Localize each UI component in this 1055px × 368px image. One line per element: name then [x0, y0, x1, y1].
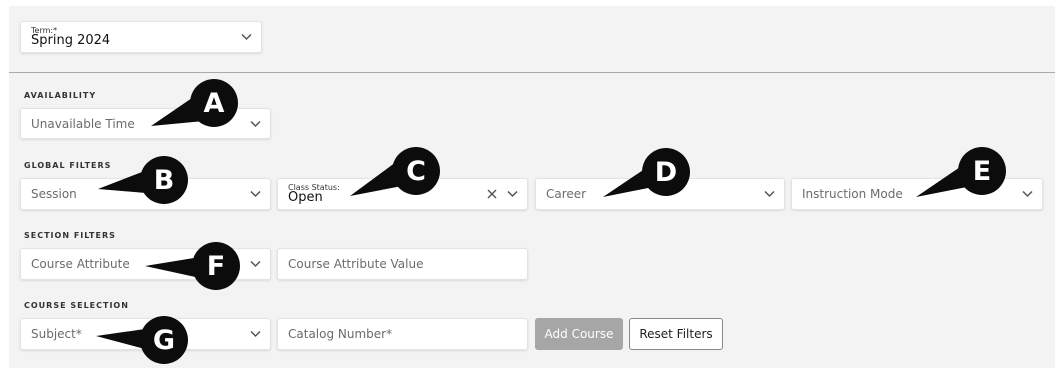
- callout-c: C: [392, 147, 440, 195]
- chevron-down-icon: [250, 260, 261, 268]
- callout-b: B: [140, 156, 188, 204]
- chevron-down-icon: [764, 190, 775, 198]
- callout-d: D: [642, 148, 690, 196]
- divider: [9, 72, 1055, 73]
- instruction-mode-select[interactable]: Instruction Mode: [791, 178, 1043, 210]
- callout-a: A: [190, 79, 238, 127]
- term-select[interactable]: Term:* Spring 2024: [20, 21, 262, 53]
- catalog-number-input[interactable]: Catalog Number*: [277, 318, 528, 350]
- global-filters-heading: GLOBAL FILTERS: [24, 161, 112, 170]
- unavailable-time-placeholder: Unavailable Time: [31, 116, 135, 131]
- term-value: Spring 2024: [31, 33, 111, 48]
- session-placeholder: Session: [31, 187, 77, 201]
- chevron-down-icon: [507, 190, 518, 198]
- callout-e: E: [958, 147, 1006, 195]
- class-status-value: Open: [288, 190, 323, 205]
- section-filters-heading: SECTION FILTERS: [24, 231, 116, 240]
- course-attribute-value-placeholder: Course Attribute Value: [288, 257, 424, 271]
- callout-f: F: [192, 242, 240, 290]
- chevron-down-icon: [250, 190, 261, 198]
- chevron-down-icon: [250, 120, 261, 127]
- availability-heading: AVAILABILITY: [24, 91, 97, 100]
- catalog-number-placeholder: Catalog Number*: [288, 327, 393, 341]
- chevron-down-icon: [1022, 190, 1033, 198]
- course-attribute-value-input[interactable]: Course Attribute Value: [277, 248, 528, 280]
- course-attribute-placeholder: Course Attribute: [31, 257, 130, 271]
- chevron-down-icon: [241, 33, 252, 41]
- instruction-mode-placeholder: Instruction Mode: [802, 187, 903, 201]
- add-course-button[interactable]: Add Course: [535, 318, 623, 350]
- reset-filters-button[interactable]: Reset Filters: [629, 318, 723, 350]
- callout-g: G: [140, 316, 188, 364]
- subject-placeholder: Subject*: [31, 327, 82, 341]
- course-selection-heading: COURSE SELECTION: [24, 301, 129, 310]
- close-icon[interactable]: [487, 189, 497, 199]
- chevron-down-icon: [250, 330, 261, 338]
- career-placeholder: Career: [546, 187, 587, 201]
